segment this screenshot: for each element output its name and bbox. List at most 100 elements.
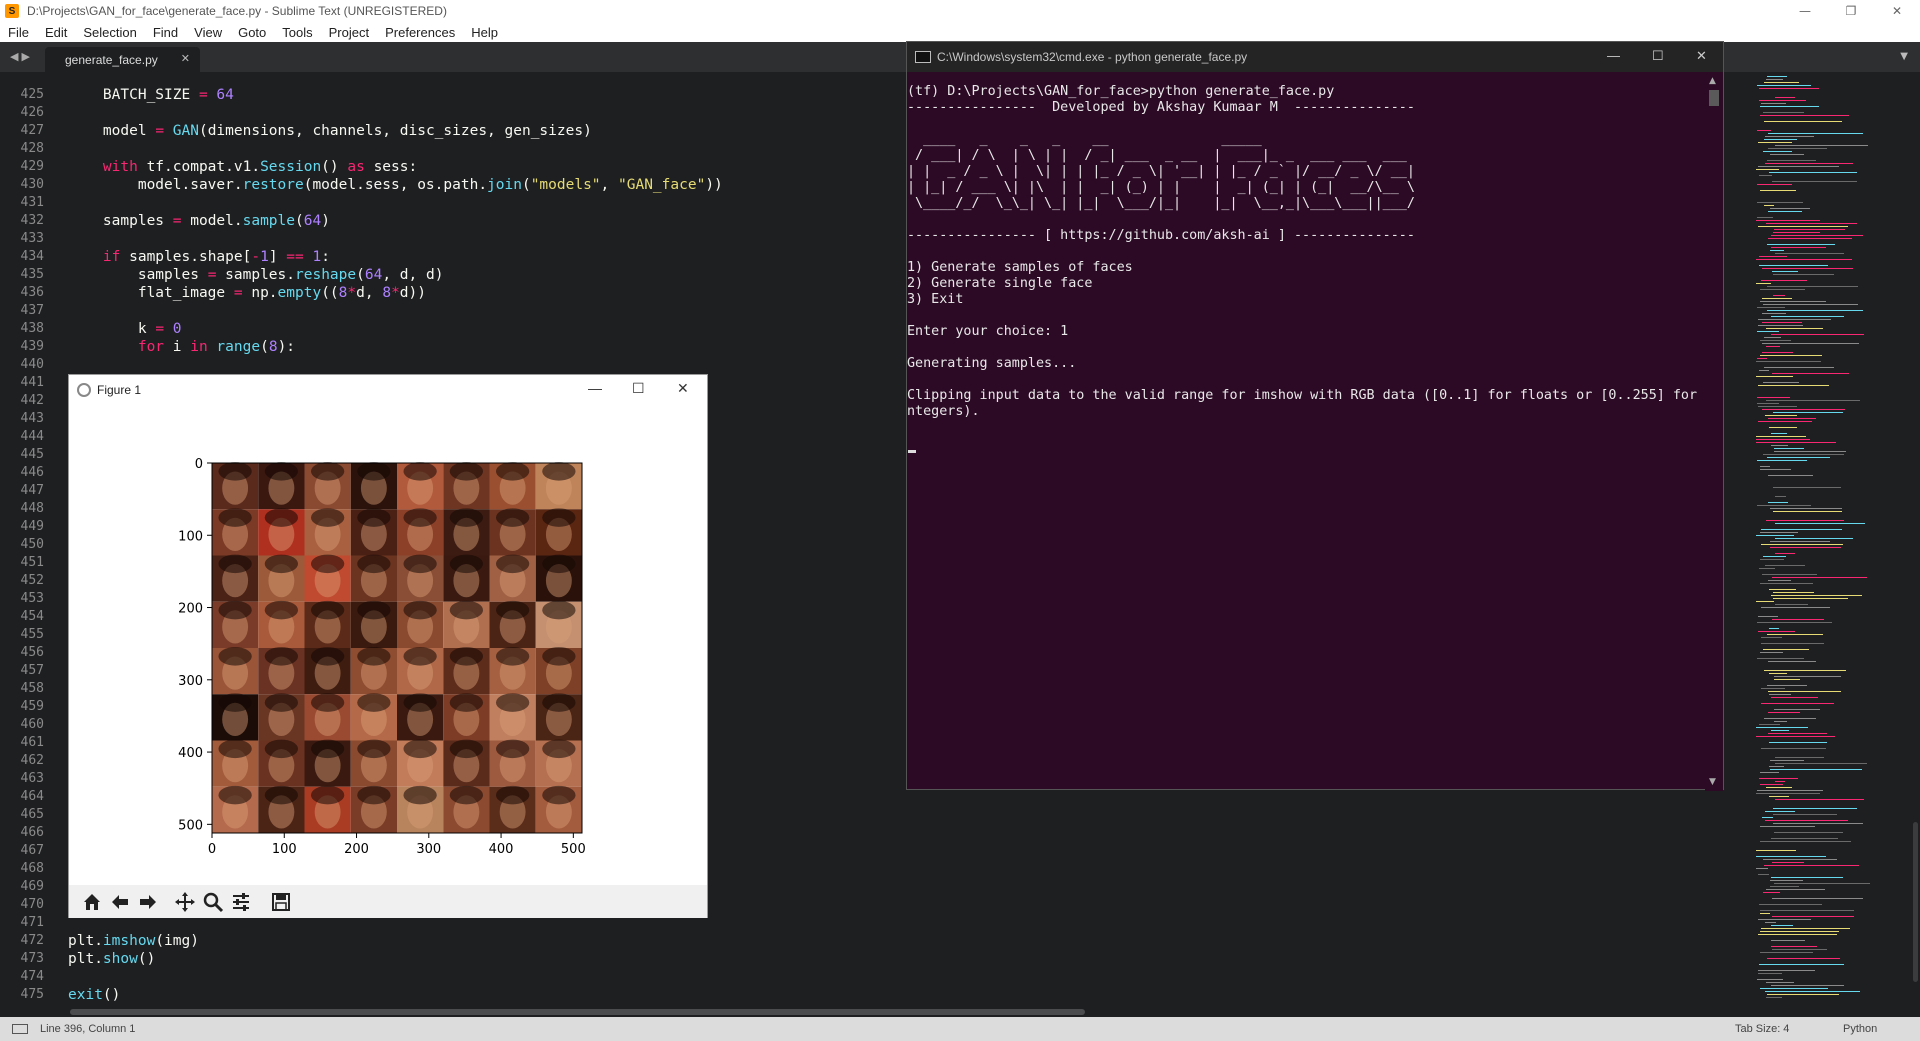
menu-find[interactable]: Find (145, 25, 186, 40)
zoom-icon[interactable] (200, 890, 226, 914)
code-line: samples = samples.reshape(64, d, d) (68, 267, 444, 283)
x-tick-label: 100 (272, 842, 297, 857)
close-button[interactable]: ✕ (1874, 0, 1920, 22)
console-line: 2) Generate single face (907, 276, 1093, 291)
minimap-line (1771, 838, 1838, 839)
face-tile-hair (495, 462, 530, 481)
tab-dropdown-icon[interactable]: ▼ (1900, 51, 1908, 62)
console-line: ntegers). (907, 404, 980, 419)
minimap-line (1759, 904, 1822, 905)
console-line: | | _ / _ \ | \| | | |_ / _ \| '__| | |_… (907, 164, 1415, 179)
menu-selection[interactable]: Selection (75, 25, 144, 40)
editor-vertical-scrollbar[interactable] (1913, 822, 1918, 982)
back-icon[interactable] (107, 890, 133, 914)
minimize-button[interactable]: — (1782, 0, 1828, 22)
minimap[interactable] (1752, 72, 1920, 1007)
window-titlebar: S D:\Projects\GAN_for_face\generate_face… (0, 0, 1920, 22)
minimap-line (1763, 454, 1844, 455)
syntax-indicator[interactable]: Python (1843, 1023, 1877, 1035)
matplotlib-icon (77, 383, 91, 397)
minimap-line (1758, 874, 1769, 875)
tab-close-icon[interactable]: ✕ (181, 52, 190, 65)
figure-titlebar[interactable]: Figure 1 — ☐ ✕ (69, 375, 707, 405)
face-tile-hair (310, 554, 345, 574)
minimap-line (1767, 244, 1835, 245)
minimap-line (1769, 742, 1827, 743)
cmd-close-button[interactable]: ✕ (1696, 48, 1707, 64)
figure-window[interactable]: Figure 1 — ☐ ✕ 0 100 200 300 400 500 0 100 200 30… (68, 374, 708, 918)
minimap-line (1771, 697, 1818, 698)
minimap-line (1771, 433, 1787, 434)
minimap-line (1771, 247, 1826, 248)
scroll-down-icon[interactable]: ▼ (1709, 777, 1716, 787)
line-number: 436 (20, 285, 44, 300)
minimap-line (1772, 271, 1798, 272)
cmd-console-output[interactable]: (tf) D:\Projects\GAN_for_face>python gen… (907, 72, 1705, 791)
minimap-line (1774, 448, 1804, 449)
tab-size-indicator[interactable]: Tab Size: 4 (1735, 1023, 1789, 1035)
face-tile-hair (218, 508, 252, 527)
figure-maximize-button[interactable]: ☐ (632, 380, 645, 397)
cmd-scrollbar[interactable]: ▲ ▼ (1705, 72, 1723, 791)
menu-file[interactable]: File (0, 25, 37, 40)
minimap-line (1769, 796, 1789, 797)
line-number: 453 (20, 591, 44, 606)
line-number: 459 (20, 699, 44, 714)
configure-subplots-icon[interactable] (228, 890, 254, 914)
home-icon[interactable] (79, 890, 105, 914)
menu-view[interactable]: View (186, 25, 230, 40)
minimap-line (1773, 814, 1837, 815)
menu-tools[interactable]: Tools (274, 25, 320, 40)
menu-preferences[interactable]: Preferences (377, 25, 463, 40)
restore-button[interactable]: ❐ (1828, 0, 1874, 22)
forward-icon[interactable] (135, 890, 161, 914)
minimap-line (1770, 541, 1830, 542)
minimap-line (1769, 172, 1857, 173)
minimap-line (1761, 637, 1782, 638)
pan-icon[interactable] (172, 890, 198, 914)
line-number: 443 (20, 411, 44, 426)
code-line: flat_image = np.empty((8*d, 8*d)) (68, 285, 426, 301)
tab-nav-arrows-icon[interactable]: ◀▶ (10, 50, 33, 63)
save-icon[interactable] (268, 890, 294, 914)
minimap-line (1756, 736, 1835, 737)
menu-project[interactable]: Project (321, 25, 377, 40)
cmd-maximize-button[interactable]: ☐ (1652, 48, 1664, 64)
cmd-app-icon (915, 51, 931, 63)
code-line: BATCH_SIZE = 64 (68, 87, 234, 103)
line-number: 475 (20, 987, 44, 1002)
figure-title: Figure 1 (97, 383, 142, 397)
minimap-line (1757, 460, 1807, 461)
menu-help[interactable]: Help (463, 25, 506, 40)
line-number: 467 (20, 843, 44, 858)
cmd-window[interactable]: C:\Windows\system32\cmd.exe - python gen… (906, 41, 1724, 791)
scroll-up-icon[interactable]: ▲ (1709, 76, 1716, 86)
minimap-line (1770, 760, 1804, 761)
figure-canvas[interactable]: 0 100 200 300 400 500 0 100 200 300 400 500 (69, 405, 707, 885)
tab-generate-face[interactable]: generate_face.py ✕ (45, 47, 200, 72)
menu-edit[interactable]: Edit (37, 25, 75, 40)
line-number: 469 (20, 879, 44, 894)
face-tile-hair (264, 693, 299, 712)
cmd-minimize-button[interactable]: — (1607, 48, 1620, 63)
face-tile-hair (495, 508, 530, 527)
minimap-line (1760, 772, 1779, 773)
minimap-line (1762, 313, 1786, 314)
face-tile-hair (218, 785, 252, 805)
horizontal-scroll-thumb[interactable] (70, 1009, 1085, 1015)
console-line: \____/_/ \_\_| \_| |_| \___/|_| |_| \__,… (907, 196, 1415, 211)
minimap-line (1774, 451, 1846, 452)
figure-minimize-button[interactable]: — (588, 380, 602, 396)
panel-toggle-icon[interactable] (12, 1024, 28, 1034)
minimap-line (1763, 151, 1792, 152)
figure-close-button[interactable]: ✕ (677, 380, 689, 397)
cmd-scroll-thumb[interactable] (1709, 90, 1719, 106)
minimap-line (1763, 112, 1804, 113)
face-tile-hair (449, 693, 484, 712)
cmd-titlebar[interactable]: C:\Windows\system32\cmd.exe - python gen… (907, 42, 1723, 72)
line-number: 461 (20, 735, 44, 750)
editor-horizontal-scrollbar[interactable] (0, 1007, 1920, 1017)
minimap-line (1759, 175, 1772, 176)
menu-goto[interactable]: Goto (230, 25, 274, 40)
face-tile-hair (449, 647, 484, 666)
